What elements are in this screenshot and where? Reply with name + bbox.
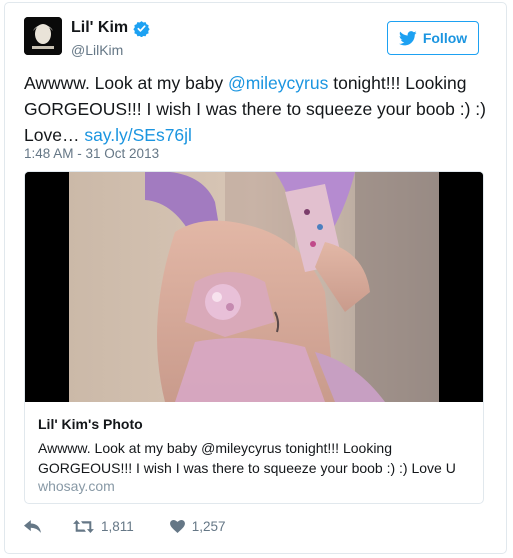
tweet-text: Awwww. Look at my baby @mileycyrus tonig… [24,70,494,148]
card-photo[interactable] [25,172,483,402]
twitter-bird-icon [398,30,417,45]
timestamp[interactable]: 1:48 AM - 31 Oct 2013 [24,146,159,161]
avatar[interactable] [24,17,62,55]
user-handle[interactable]: @LilKim [71,42,123,58]
tweet-text-start: Awwww. Look at my baby [24,73,228,93]
card-description: Awwww. Look at my baby @mileycyrus tonig… [38,440,456,476]
tweet-actions: 1,811 1,257 [24,519,226,534]
follow-button-label: Follow [422,30,468,46]
card-title[interactable]: Lil' Kim's Photo [38,416,143,432]
display-name-text[interactable]: Lil' Kim [71,19,128,37]
follow-button[interactable]: Follow [387,21,479,55]
link-card[interactable]: Lil' Kim's Photo Awwww. Look at my baby … [24,171,484,504]
heart-icon [169,520,185,533]
display-name[interactable]: Lil' Kim [71,19,150,37]
like-count: 1,257 [191,519,226,534]
retweet-button[interactable]: 1,811 [73,519,134,534]
card-domain[interactable]: whosay.com [38,478,115,494]
tweet-url-link[interactable]: say.ly/SEs76jl [84,125,192,145]
retweet-icon [73,520,94,533]
reply-icon [24,520,41,533]
like-button[interactable]: 1,257 [169,519,226,534]
retweet-count: 1,811 [101,519,134,534]
verified-badge-icon [133,20,150,37]
mention-link[interactable]: @mileycyrus [228,73,328,93]
reply-button[interactable] [24,520,41,533]
tweet-card: Lil' Kim @LilKim Follow Awwww. Look at m… [4,2,507,554]
